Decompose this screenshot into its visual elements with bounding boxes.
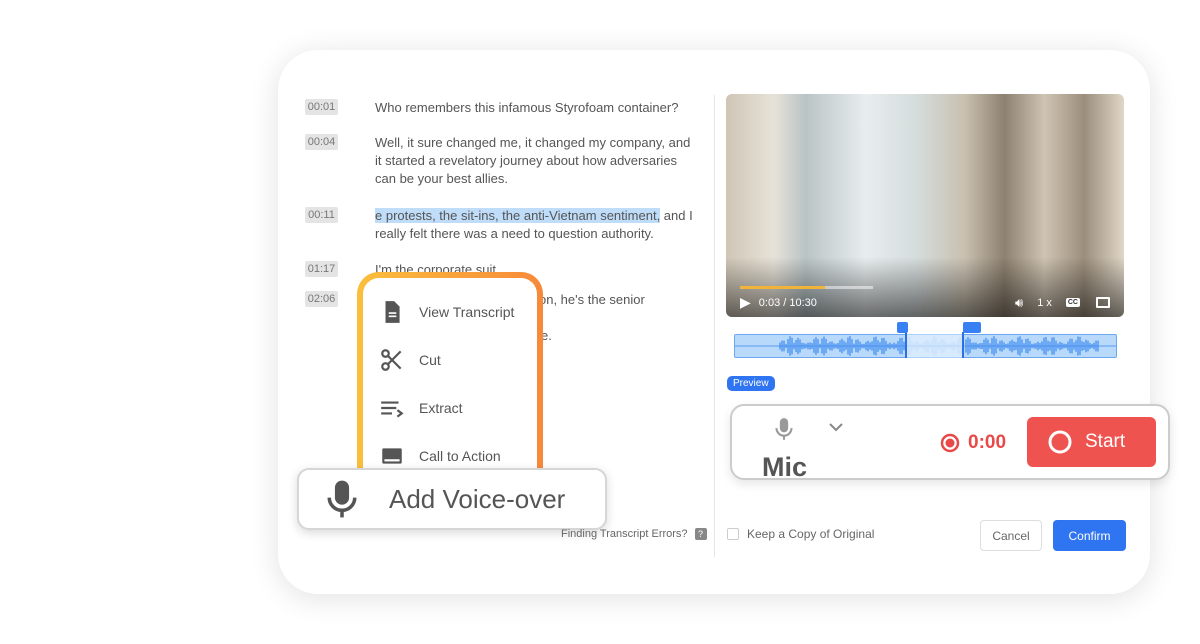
- play-icon[interactable]: ▶: [740, 294, 751, 311]
- record-circle-icon: [1048, 430, 1072, 454]
- label: Finding Transcript Errors?: [561, 528, 688, 540]
- cancel-button[interactable]: Cancel: [980, 520, 1042, 551]
- context-menu: View Transcript Cut Extract Call to Acti…: [357, 272, 543, 492]
- chevron-down-icon[interactable]: [828, 422, 844, 432]
- menu-item-view-transcript[interactable]: View Transcript: [363, 288, 537, 336]
- timestamp[interactable]: 00:01: [305, 99, 338, 115]
- timestamp[interactable]: 00:04: [305, 134, 338, 150]
- selection-start-handle[interactable]: [897, 322, 908, 333]
- selected-text[interactable]: e protests, the sit-ins, the anti-Vietna…: [375, 208, 661, 223]
- checkbox[interactable]: [727, 528, 739, 540]
- cta-icon: [382, 448, 402, 464]
- scissors-icon: [381, 349, 402, 371]
- transcript-row[interactable]: 00:11 e protests, the sit-ins, the anti-V…: [305, 207, 695, 243]
- progress-fill: [740, 286, 826, 289]
- timer-value: 0:00: [968, 432, 1007, 453]
- extract-icon: [381, 401, 404, 418]
- label: Add Voice-over: [389, 483, 566, 514]
- microphone-icon: [327, 480, 357, 518]
- speed-button[interactable]: 1 x: [1037, 297, 1052, 309]
- volume-icon[interactable]: 🔊︎: [1015, 295, 1023, 311]
- timestamp[interactable]: 00:11: [305, 207, 338, 223]
- label: Extract: [419, 400, 463, 416]
- record-timer: 0:00: [940, 432, 1006, 454]
- video-controls: ▶ 0:03 / 10:30 🔊︎ 1 x CC: [740, 294, 1110, 311]
- add-voiceover-button[interactable]: Add Voice-over: [297, 468, 607, 530]
- document-icon: [385, 301, 400, 323]
- label: Call to Action: [419, 448, 501, 464]
- divider: [714, 95, 715, 557]
- label: View Transcript: [419, 304, 515, 320]
- record-icon: [940, 433, 960, 453]
- fullscreen-icon[interactable]: [1096, 297, 1110, 308]
- menu-item-extract[interactable]: Extract: [363, 384, 537, 432]
- progress-bar[interactable]: [740, 286, 873, 289]
- transcript-errors-link[interactable]: Finding Transcript Errors??: [561, 528, 707, 540]
- timestamp[interactable]: 01:17: [305, 261, 338, 277]
- timestamp[interactable]: 02:06: [305, 291, 338, 307]
- transcript-row[interactable]: 00:01 Who remembers this infamous Styrofo…: [305, 99, 695, 117]
- transcript-text[interactable]: Well, it sure changed me, it changed my …: [375, 134, 695, 188]
- preview-badge[interactable]: Preview: [727, 376, 775, 391]
- video-time: 0:03 / 10:30: [758, 296, 817, 309]
- start-recording-button[interactable]: Start: [1027, 417, 1156, 467]
- help-icon[interactable]: ?: [694, 528, 707, 540]
- selection-range[interactable]: [905, 332, 964, 358]
- video-player[interactable]: ▶ 0:03 / 10:30 🔊︎ 1 x CC: [726, 94, 1124, 317]
- label: Start: [1085, 431, 1126, 452]
- confirm-button[interactable]: Confirm: [1053, 520, 1126, 551]
- keep-copy-checkbox[interactable]: Keep a Copy of Original: [727, 527, 874, 541]
- microphone-icon[interactable]: [774, 414, 794, 444]
- menu-item-cut[interactable]: Cut: [363, 336, 537, 384]
- mic-label[interactable]: Mic: [762, 452, 807, 483]
- transcript-text[interactable]: Who remembers this infamous Styrofoam co…: [375, 99, 695, 117]
- transcript-text[interactable]: e protests, the sit-ins, the anti-Vietna…: [375, 207, 695, 243]
- cc-button[interactable]: CC: [1065, 298, 1080, 307]
- recorder-panel: Mic 0:00 Start: [730, 404, 1170, 483]
- label: Keep a Copy of Original: [747, 527, 875, 541]
- selection-end-handle[interactable]: [963, 322, 981, 333]
- label: Cut: [419, 352, 441, 368]
- transcript-row[interactable]: 00:04 Well, it sure changed me, it change…: [305, 134, 695, 188]
